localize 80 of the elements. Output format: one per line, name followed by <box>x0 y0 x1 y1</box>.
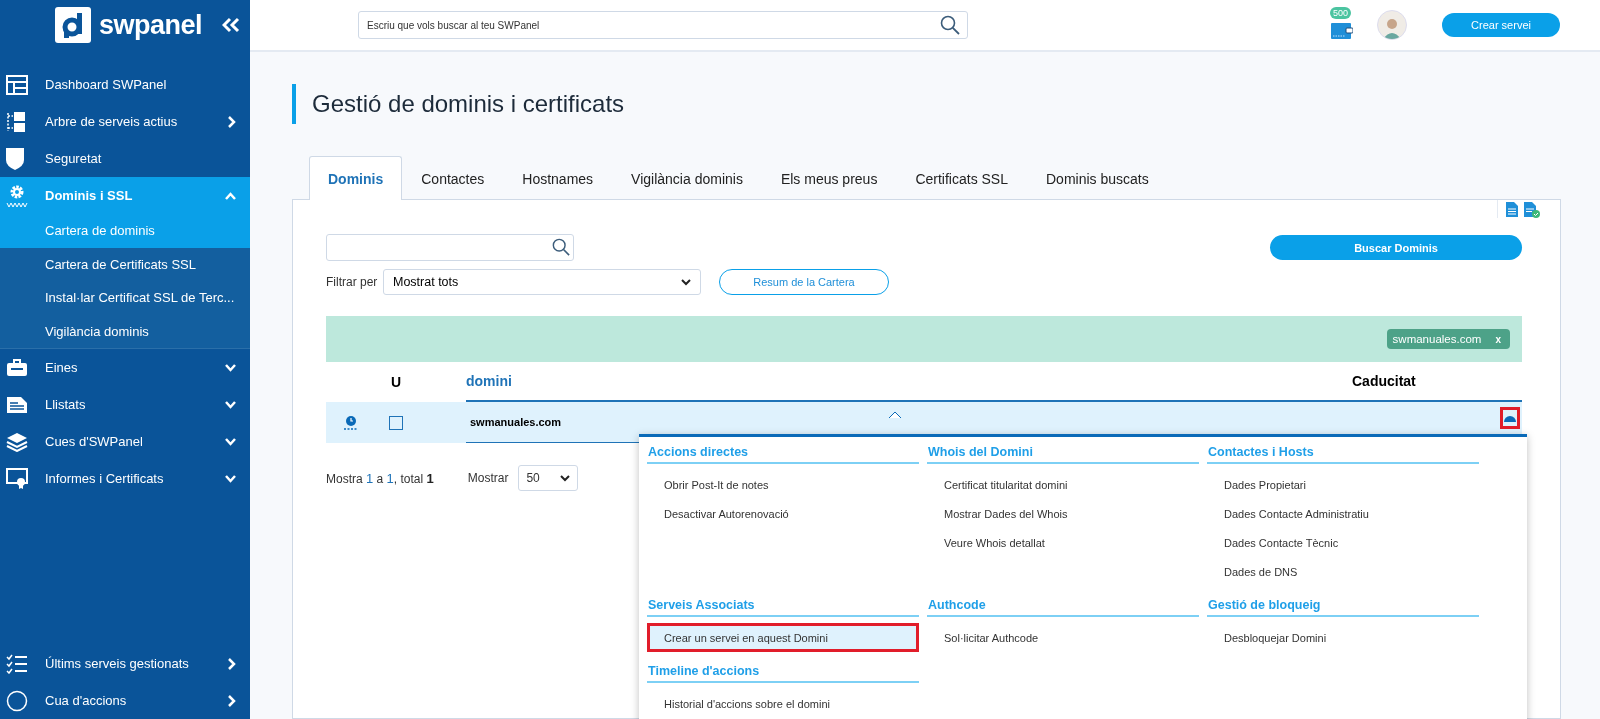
menu-item[interactable]: Dades Contacte Tècnic <box>1207 528 1479 557</box>
chevron-right-icon <box>228 115 236 128</box>
filter-select[interactable]: Mostrat tots <box>383 269 701 295</box>
sidebar-item[interactable]: Cua d'accions <box>0 682 250 719</box>
menu-section-title: Contactes i Hosts <box>1207 443 1479 464</box>
collapse-icon[interactable] <box>222 17 240 33</box>
column-header[interactable]: U <box>376 363 416 401</box>
tree-icon <box>6 110 26 133</box>
credit-badge: 500 <box>1330 7 1352 19</box>
pagination-info: Mostra 1 a 1, total 1 <box>326 470 434 486</box>
menu-item[interactable]: Dades Propietari <box>1207 470 1479 499</box>
sidebar-item[interactable]: Seguretat <box>0 140 250 177</box>
search-icon[interactable] <box>552 238 570 256</box>
menu-item[interactable]: Sol·licitar Authcode <box>927 623 1199 652</box>
menu-item[interactable]: Mostrar Dades del Whois <box>927 499 1199 528</box>
sidebar-subitem[interactable]: Vigilància dominis <box>0 314 250 348</box>
filter-label: Filtrar per <box>326 275 379 289</box>
menu-item[interactable]: Certificat titularitat domini <box>927 470 1199 499</box>
menu-item[interactable]: Dades de DNS <box>1207 557 1479 586</box>
menu-item[interactable]: Desbloquejar Domini <box>1207 623 1479 652</box>
menu-section-title: Accions directes <box>647 443 919 464</box>
caret-icon <box>681 278 691 286</box>
row-checkbox[interactable] <box>389 415 403 430</box>
menu-item[interactable]: Crear un servei en aquest Domini <box>647 623 919 652</box>
page-size-label: Mostrar <box>467 471 509 485</box>
search-icon[interactable] <box>940 15 960 35</box>
checklist-icon <box>6 653 28 674</box>
menu-section-title: Whois del Domini <box>927 443 1199 464</box>
sidebar-item[interactable]: Llistats <box>0 386 250 423</box>
wallet-icon[interactable] <box>1331 23 1353 39</box>
menu-item[interactable]: Veure Whois detallat <box>927 528 1199 557</box>
row-actions-button[interactable] <box>1500 407 1520 429</box>
caret-icon <box>560 474 571 482</box>
page-title: Gestió de dominis i certificats <box>292 84 1561 124</box>
sidebar-item[interactable]: Cues d'SWPanel <box>0 423 250 460</box>
tab[interactable]: Dominis <box>309 156 403 200</box>
menu-section-title: Timeline d'accions <box>647 662 919 683</box>
sidebar-item[interactable]: Últims serveis gestionats <box>0 645 250 682</box>
sidebar-subitem[interactable]: Instal·lar Certificat SSL de Terc... <box>0 281 250 315</box>
circle-icon <box>6 689 28 712</box>
dashboard-icon <box>6 74 28 95</box>
menu-item[interactable]: Obrir Post-It de notes <box>647 470 919 499</box>
document-icon <box>6 395 28 414</box>
page-size-select[interactable]: 50 <box>518 465 579 491</box>
gear-www-icon <box>6 183 28 208</box>
clock-icon <box>343 414 359 431</box>
chevron-right-icon <box>228 657 236 670</box>
menu-section-title: Serveis Associats <box>647 596 919 617</box>
sidebar-item[interactable]: Eines <box>0 349 250 386</box>
toolbox-icon <box>6 358 28 377</box>
dome-icon <box>1504 414 1516 422</box>
menu-section-title: Authcode <box>927 596 1199 617</box>
document-check-icon[interactable] <box>1524 202 1540 218</box>
chevron-right-icon <box>228 694 236 707</box>
certificate-icon <box>6 467 28 490</box>
tab[interactable]: Els meus preus <box>761 156 897 200</box>
search-field[interactable]: Escriu que vols buscar al teu SWPanel <box>358 11 968 39</box>
tab[interactable]: Contactes <box>402 156 504 200</box>
sidebar-subitem[interactable]: Cartera de Certificats SSL <box>0 247 250 281</box>
logo-icon <box>55 7 91 43</box>
logo-text: swpanel <box>99 9 203 41</box>
tab[interactable]: Vigilància dominis <box>612 156 762 200</box>
tab[interactable]: Hostnames <box>503 156 613 200</box>
user-avatar[interactable] <box>1377 10 1407 40</box>
tab[interactable]: Certificats SSL <box>896 156 1027 200</box>
layers-icon <box>6 431 28 452</box>
menu-section-title: Gestió de bloqueig <box>1207 596 1479 617</box>
sidebar-item[interactable]: Arbre de serveis actius <box>0 103 250 140</box>
menu-item[interactable]: Dades Contacte Administratiu <box>1207 499 1479 528</box>
menu-pointer-icon <box>889 411 901 418</box>
menu-item[interactable]: Historial d'accions sobre el domini <box>647 689 919 718</box>
shield-icon <box>6 147 24 170</box>
sidebar-item[interactable]: Dashboard SWPanel <box>0 66 250 103</box>
filter-tag-label: swmanuales.com <box>1392 333 1482 345</box>
tab[interactable]: Dominis buscats <box>1027 156 1168 200</box>
menu-item[interactable]: Desactivar Autorenovació <box>647 499 919 528</box>
document-icon[interactable] <box>1506 202 1518 217</box>
sidebar-item[interactable]: Informes i Certificats <box>0 460 250 497</box>
portfolio-summary-button[interactable]: Resum de la Cartera <box>719 269 889 295</box>
domain-search-field[interactable] <box>326 234 574 261</box>
